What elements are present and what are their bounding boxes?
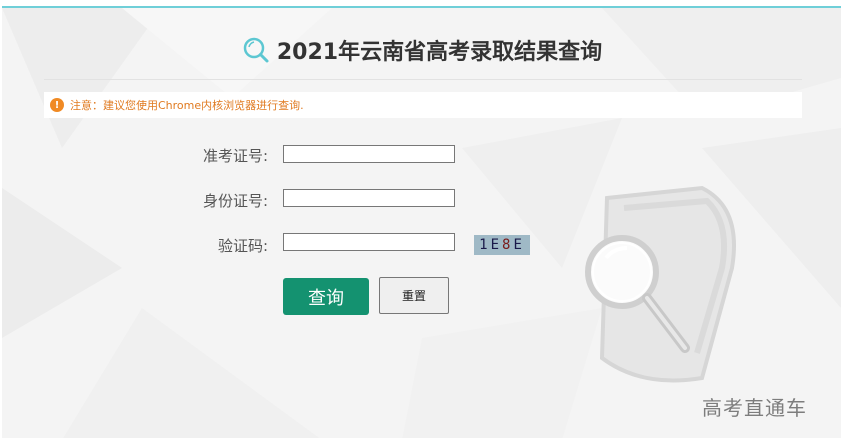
captcha-label: 验证码:	[217, 237, 268, 255]
query-button[interactable]: 查询	[283, 278, 369, 315]
reset-button[interactable]: 重置	[379, 277, 449, 314]
id-number-input[interactable]	[283, 189, 455, 207]
captcha-char: 8	[502, 237, 514, 253]
captcha-char: E	[490, 237, 502, 253]
search-icon	[241, 35, 271, 65]
captcha-char: E	[513, 237, 525, 253]
captcha-image[interactable]: 1 E 8 E	[474, 235, 530, 255]
site-watermark: 高考直通车	[702, 396, 807, 420]
captcha-char: 1	[479, 237, 491, 253]
exam-number-label: 准考证号:	[202, 147, 268, 165]
notice-text: 注意：建议您使用Chrome内核浏览器进行查询.	[70, 99, 304, 112]
captcha-input[interactable]	[283, 233, 455, 251]
page-header: 2021年云南省高考录取结果查询	[2, 30, 841, 70]
query-card: 2021年云南省高考录取结果查询 ! 注意：建议您使用Chrome内核浏览器进行…	[2, 6, 841, 438]
page-title: 2021年云南省高考录取结果查询	[276, 40, 603, 65]
background-decoration	[2, 8, 841, 438]
exam-number-input[interactable]	[283, 145, 455, 163]
id-number-label: 身份证号:	[202, 192, 268, 210]
title-divider	[44, 79, 802, 80]
exclamation-icon: !	[50, 98, 64, 112]
browser-notice: ! 注意：建议您使用Chrome内核浏览器进行查询.	[44, 92, 802, 118]
